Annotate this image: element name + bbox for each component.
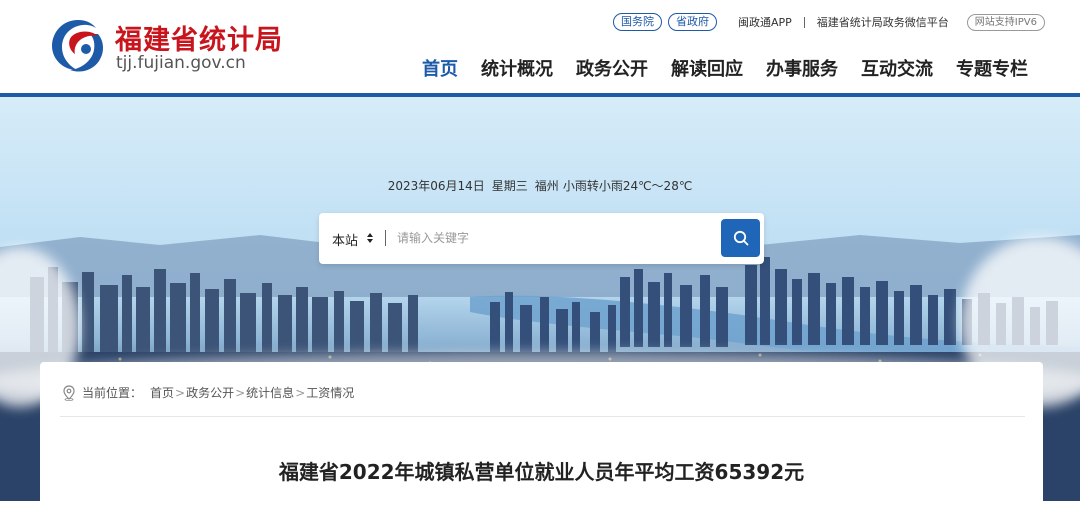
breadcrumb-separator: > — [175, 385, 186, 400]
search-input[interactable] — [397, 223, 717, 253]
breadcrumb-wages[interactable]: 工资情况 — [306, 384, 354, 401]
article-title: 福建省2022年城镇私营单位就业人员年平均工资65392元 — [278, 460, 805, 484]
breadcrumb-home[interactable]: 首页 — [150, 384, 174, 401]
city-text: 福州 — [534, 179, 559, 193]
search-divider — [385, 230, 386, 246]
site-domain: tjj.fujian.gov.cn — [116, 53, 246, 73]
nav-special-topics[interactable]: 专题专栏 — [956, 55, 1028, 81]
site-name[interactable]: 福建省统计局 — [115, 18, 283, 57]
nav-statistics-overview[interactable]: 统计概况 — [481, 55, 553, 81]
nav-government-affairs[interactable]: 政务公开 — [576, 55, 648, 81]
wechat-link[interactable]: 福建省统计局政务微信平台 — [817, 14, 949, 30]
site-header: 福建省统计局 tjj.fujian.gov.cn 国务院 省政府 闽政通APP … — [0, 0, 1080, 97]
sort-arrows-icon[interactable] — [366, 232, 374, 244]
search-icon — [733, 230, 748, 246]
state-council-link[interactable]: 国务院 — [613, 13, 662, 31]
nav-interpretation[interactable]: 解读回应 — [671, 55, 743, 81]
breadcrumb-statistics-info[interactable]: 统计信息 — [246, 384, 294, 401]
breadcrumb-separator: > — [235, 385, 246, 400]
top-links: 国务院 省政府 闽政通APP 福建省统计局政务微信平台 网站支持IPV6 — [613, 12, 1045, 32]
date-text: 2023年06月14日 — [387, 179, 485, 193]
date-weather: 2023年06月14日 星期三 福州 小雨转小雨24℃～28℃ — [0, 177, 1080, 194]
app-link[interactable]: 闽政通APP — [738, 14, 792, 30]
content-card: 当前位置： 首页 > 政务公开 > 统计信息 > 工资情况 福建省2022年城镇… — [40, 362, 1043, 512]
divider — [803, 16, 805, 28]
nav-home[interactable]: 首页 — [422, 55, 458, 81]
location-pin-icon — [63, 384, 75, 401]
search-scope-select[interactable]: 本站 — [332, 230, 358, 249]
breadcrumb-government-affairs[interactable]: 政务公开 — [186, 384, 234, 401]
weekday-text: 星期三 — [491, 179, 528, 193]
search-button[interactable] — [721, 219, 760, 257]
breadcrumb: 当前位置： 首页 > 政务公开 > 统计信息 > 工资情况 — [62, 384, 354, 401]
weather-text: 小雨转小雨24℃～28℃ — [562, 179, 693, 193]
nav-interaction[interactable]: 互动交流 — [861, 55, 933, 81]
search-box: 本站 — [319, 213, 764, 264]
divider — [60, 416, 1025, 417]
nav-services[interactable]: 办事服务 — [766, 55, 838, 81]
provincial-gov-link[interactable]: 省政府 — [668, 13, 717, 31]
logo-icon[interactable] — [48, 16, 108, 74]
ipv6-badge: 网站支持IPV6 — [966, 13, 1045, 31]
breadcrumb-label: 当前位置： — [82, 386, 143, 400]
main-nav: 首页 统计概况 政务公开 解读回应 办事服务 互动交流 专题专栏 — [422, 55, 1028, 81]
breadcrumb-separator: > — [295, 385, 306, 400]
